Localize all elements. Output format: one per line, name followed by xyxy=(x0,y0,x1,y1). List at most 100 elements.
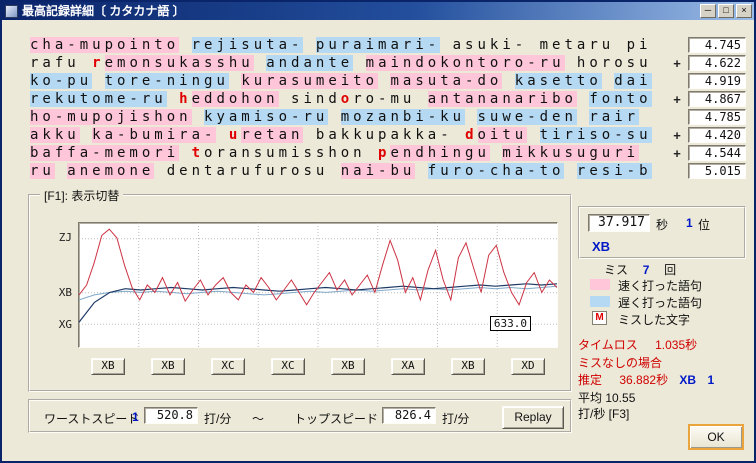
grade-button-8[interactable]: XD xyxy=(511,358,545,375)
line-time-value: 4.420 xyxy=(688,127,746,143)
word-segment-plain: oransumisshon xyxy=(204,145,366,161)
worst-speed-rank: 1 xyxy=(132,410,139,424)
grade-button-5[interactable]: XB xyxy=(331,358,365,375)
word-segment-fast: nai-bu xyxy=(340,163,416,179)
maximize-button[interactable]: □ xyxy=(718,4,734,18)
word-segment-plain xyxy=(179,145,191,161)
word-segment-plain xyxy=(577,91,589,107)
total-time-value: 37.917 xyxy=(588,214,650,232)
word-segment-slow: kasetto xyxy=(514,73,602,89)
minimize-button[interactable]: ─ xyxy=(700,4,716,18)
word-segment-plain xyxy=(229,73,241,89)
top-speed-unit: 打/分 xyxy=(442,412,470,426)
word-segment-miss: o xyxy=(340,91,354,107)
legend-fast-label: 速く打った語句 xyxy=(618,279,703,293)
ok-button[interactable]: OK xyxy=(688,424,744,450)
word-segment-plain xyxy=(92,73,104,89)
miss-plus-mark: + xyxy=(673,146,681,161)
word-segment-fast: antananaribo xyxy=(427,91,577,107)
grade-button-2[interactable]: XB xyxy=(151,358,185,375)
worst-speed-unit: 打/分 xyxy=(204,412,232,426)
word-segment-plain xyxy=(353,55,365,71)
word-segment-plain xyxy=(216,127,228,143)
word-segment-plain: asuki- metaru pi xyxy=(440,37,652,53)
word-segment-plain xyxy=(602,73,614,89)
word-segment-slow: rekutome-ru xyxy=(30,91,167,107)
top-speed-label: トップスピード xyxy=(294,412,379,426)
word-lines: cha-mupointo rejisuta- puraimari- asuki-… xyxy=(30,37,746,181)
word-segment-slow: puraimari- xyxy=(315,37,441,53)
chart-ylabel-XG: XG xyxy=(58,317,72,331)
word-segment-miss: h xyxy=(179,91,192,107)
line-time-value: 5.015 xyxy=(688,163,746,179)
word-segment-fast: retan xyxy=(241,127,304,143)
word-segment-fast: eddohon xyxy=(191,91,279,107)
word-segment-slow: tore-ningu xyxy=(104,73,229,89)
line-time-value: 4.544 xyxy=(688,145,746,161)
word-line: baffa-memori toransumisshon pendhingu mi… xyxy=(30,145,746,163)
estimate-grade: XB xyxy=(679,373,697,387)
word-line-text: baffa-memori toransumisshon pendhingu mi… xyxy=(30,145,640,163)
chart-ylabel-ZJ: ZJ xyxy=(58,231,72,244)
miss-plus-mark: + xyxy=(673,128,681,143)
word-segment-slow: tiriso-su xyxy=(539,127,652,143)
estimate-value: 36.882秒 xyxy=(619,373,669,387)
word-segment-fast: maindokontoro-ru xyxy=(365,55,565,71)
word-segment-plain: sind xyxy=(278,91,341,107)
chart-ylabel-XB: XB xyxy=(58,285,72,299)
word-segment-plain xyxy=(192,109,204,125)
app-window: 最高記録詳細〔 カタカナ語 〕 ─ □ × cha-mupointo rejis… xyxy=(0,0,756,463)
grade-button-4[interactable]: XC xyxy=(271,358,305,375)
word-segment-slow: andante xyxy=(266,55,354,71)
rank-unit: 位 xyxy=(698,218,711,232)
legend-slow-label: 遅く打った語句 xyxy=(618,296,703,310)
word-segment-plain xyxy=(465,109,477,125)
line-time-value: 4.745 xyxy=(688,37,746,53)
word-segment-slow: resi-b xyxy=(576,163,652,179)
word-line: ru anemone dentarufurosu nai-bu furo-cha… xyxy=(30,163,746,181)
word-segment-miss: d xyxy=(465,127,478,143)
word-segment-plain: ro-mu xyxy=(353,91,428,107)
word-segment-plain xyxy=(366,145,378,161)
word-segment-plain: rafu xyxy=(30,55,93,71)
word-line-text: rafu remonsukasshu andante maindokontoro… xyxy=(30,55,652,73)
chart-marker-value: 633.0 xyxy=(489,316,531,331)
word-segment-slow: rejisuta- xyxy=(191,37,304,53)
word-segment-fast: akku xyxy=(30,127,80,143)
chart-groupbox-label: [F1]: 表示切替 xyxy=(40,187,124,204)
chart-svg xyxy=(79,223,557,347)
close-button[interactable]: × xyxy=(736,4,752,18)
word-segment-plain xyxy=(577,109,589,125)
word-segment-fast: mikkusuguri xyxy=(502,145,640,161)
word-line-text: ho-mupojishon kyamiso-ru mozanbi-ku suwe… xyxy=(30,109,640,127)
estimate-rank: 1 xyxy=(707,373,715,387)
top-speed-value: 826.4 xyxy=(382,407,436,424)
grade-button-1[interactable]: XB xyxy=(91,358,125,375)
grade-button-3[interactable]: XC xyxy=(211,358,245,375)
replay-button[interactable]: Replay xyxy=(502,406,564,429)
word-segment-plain: horosu xyxy=(564,55,652,71)
speed-chart: 633.0 xyxy=(78,222,558,348)
range-tilde: ～ xyxy=(252,412,265,426)
word-line-text: cha-mupointo rejisuta- puraimari- asuki-… xyxy=(30,37,651,55)
title-bar[interactable]: 最高記録詳細〔 カタカナ語 〕 ─ □ × xyxy=(2,2,754,20)
average-line-1: 平均 10.55 xyxy=(578,391,636,405)
line-time-value: 4.622 xyxy=(688,55,746,71)
miss-count-line: ミス 7 回 xyxy=(604,261,676,278)
grade-button-6[interactable]: XA xyxy=(391,358,425,375)
worst-speed-value: 520.8 xyxy=(144,407,198,424)
rank-number: 1 xyxy=(686,216,693,230)
speed-range-panel: ワーストスピード 1 520.8 打/分 ～ トップスピード 826.4 打/分… xyxy=(28,399,572,433)
word-line: akku ka-bumira- uretan bakkupakka- doitu… xyxy=(30,127,746,145)
word-segment-fast: oitu xyxy=(477,127,528,143)
word-segment-fast: emonsukasshu xyxy=(104,55,254,71)
miss-mark-icon: M xyxy=(592,311,607,325)
line-time-value: 4.785 xyxy=(688,109,746,125)
nomiss-line: ミスなしの場合 xyxy=(578,356,663,370)
word-segment-plain xyxy=(527,127,539,143)
word-segment-miss: r xyxy=(92,55,105,71)
word-segment-plain xyxy=(80,127,92,143)
word-segment-miss: p xyxy=(378,145,391,161)
grade-button-7[interactable]: XB xyxy=(451,358,485,375)
word-line: rekutome-ru heddohon sindoro-mu antanana… xyxy=(30,91,746,109)
